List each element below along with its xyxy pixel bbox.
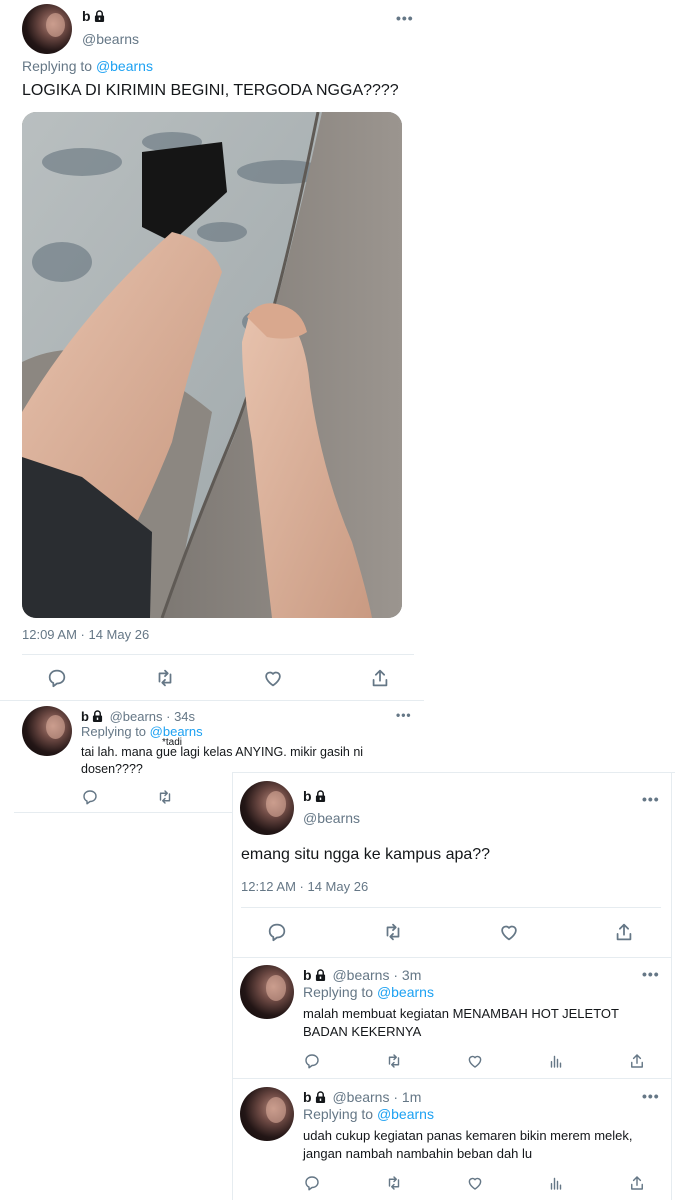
retweet-icon[interactable] bbox=[155, 787, 175, 807]
panel-edge bbox=[671, 772, 672, 1200]
lock-icon bbox=[315, 1091, 326, 1103]
avatar[interactable] bbox=[240, 965, 294, 1019]
replying-label: Replying to bbox=[22, 58, 96, 74]
reply-text: malah membuat kegiatan MENAMBAH HOT JELE… bbox=[303, 1006, 619, 1039]
analytics-icon[interactable] bbox=[546, 1173, 566, 1193]
more-icon[interactable]: ••• bbox=[642, 1088, 660, 1104]
reply-text: udah cukup kegiatan panas kemaren bikin … bbox=[303, 1128, 633, 1161]
author-handle-time[interactable]: @bearns · 34s bbox=[110, 709, 195, 724]
tweet-timestamp[interactable]: 12:12 AM · 14 May 26 bbox=[241, 879, 368, 894]
replying-link[interactable]: @bearns bbox=[377, 1106, 434, 1122]
author-name[interactable]: b bbox=[303, 1089, 312, 1105]
tweet-text: emang situ ngga ke kampus apa?? bbox=[241, 846, 491, 863]
lock-icon bbox=[315, 790, 326, 802]
divider bbox=[14, 812, 238, 813]
divider bbox=[22, 654, 414, 655]
replying-label: Replying to bbox=[81, 724, 150, 739]
share-icon[interactable] bbox=[368, 666, 392, 690]
retweet-icon[interactable] bbox=[153, 666, 177, 690]
retweet-icon[interactable] bbox=[384, 1173, 404, 1193]
author-handle[interactable]: @bearns bbox=[82, 31, 139, 47]
reply-icon[interactable] bbox=[302, 1173, 322, 1193]
like-icon[interactable] bbox=[465, 1051, 485, 1071]
avatar[interactable] bbox=[22, 4, 72, 54]
analytics-icon[interactable] bbox=[546, 1051, 566, 1071]
replying-to: Replying to @bearns bbox=[303, 984, 434, 1000]
author-name-row: b bbox=[303, 788, 326, 806]
divider bbox=[232, 957, 672, 958]
author-handle-time[interactable]: @bearns · 1m bbox=[332, 1089, 421, 1105]
tweet-text: LOGIKA DI KIRIMIN BEGINI, TERGODA NGGA??… bbox=[22, 82, 399, 99]
replying-to: Replying to @bearns bbox=[303, 1106, 434, 1122]
author-name[interactable]: b bbox=[303, 967, 312, 983]
more-icon[interactable]: ••• bbox=[396, 10, 414, 26]
author-name[interactable]: b bbox=[82, 8, 91, 24]
reply-icon[interactable] bbox=[265, 920, 289, 944]
reply-icon[interactable] bbox=[45, 666, 69, 690]
avatar[interactable] bbox=[22, 706, 72, 756]
share-icon[interactable] bbox=[627, 1173, 647, 1193]
lock-icon bbox=[94, 10, 105, 22]
author-handle-time[interactable]: @bearns · 3m bbox=[332, 967, 421, 983]
like-icon[interactable] bbox=[261, 666, 285, 690]
like-icon[interactable] bbox=[497, 920, 521, 944]
lock-icon bbox=[92, 710, 103, 722]
replying-label: Replying to bbox=[303, 984, 377, 1000]
tweet-timestamp[interactable]: 12:09 AM · 14 May 26 bbox=[22, 627, 149, 642]
more-icon[interactable]: ••• bbox=[642, 791, 660, 807]
divider bbox=[241, 907, 661, 908]
photo-image bbox=[22, 112, 402, 618]
reply-header: b @bearns · 3m bbox=[303, 967, 421, 983]
reply-header: b @bearns · 34s bbox=[81, 709, 195, 724]
reply-icon[interactable] bbox=[80, 787, 100, 807]
share-icon[interactable] bbox=[627, 1051, 647, 1071]
lock-icon bbox=[315, 969, 326, 981]
replying-link[interactable]: @bearns bbox=[377, 984, 434, 1000]
divider bbox=[0, 700, 424, 701]
author-name[interactable]: b bbox=[81, 709, 89, 724]
author-handle[interactable]: @bearns bbox=[303, 810, 360, 826]
replying-label: Replying to bbox=[303, 1106, 377, 1122]
share-icon[interactable] bbox=[612, 920, 636, 944]
replying-to: Replying to @bearns bbox=[22, 58, 153, 74]
divider bbox=[232, 1078, 672, 1079]
avatar[interactable] bbox=[240, 1087, 294, 1141]
more-icon[interactable]: ••• bbox=[396, 708, 412, 722]
replying-link[interactable]: @bearns bbox=[96, 58, 153, 74]
reply-header: b @bearns · 1m bbox=[303, 1089, 421, 1105]
like-icon[interactable] bbox=[465, 1173, 485, 1193]
author-name[interactable]: b bbox=[303, 788, 312, 804]
tweet-photo[interactable] bbox=[22, 112, 402, 618]
avatar[interactable] bbox=[240, 781, 294, 835]
retweet-icon[interactable] bbox=[384, 1051, 404, 1071]
more-icon[interactable]: ••• bbox=[642, 966, 660, 982]
replying-to: Replying to @bearns bbox=[81, 724, 203, 739]
author-name-row: b bbox=[82, 8, 105, 26]
retweet-icon[interactable] bbox=[381, 920, 405, 944]
reply-icon[interactable] bbox=[302, 1051, 322, 1071]
